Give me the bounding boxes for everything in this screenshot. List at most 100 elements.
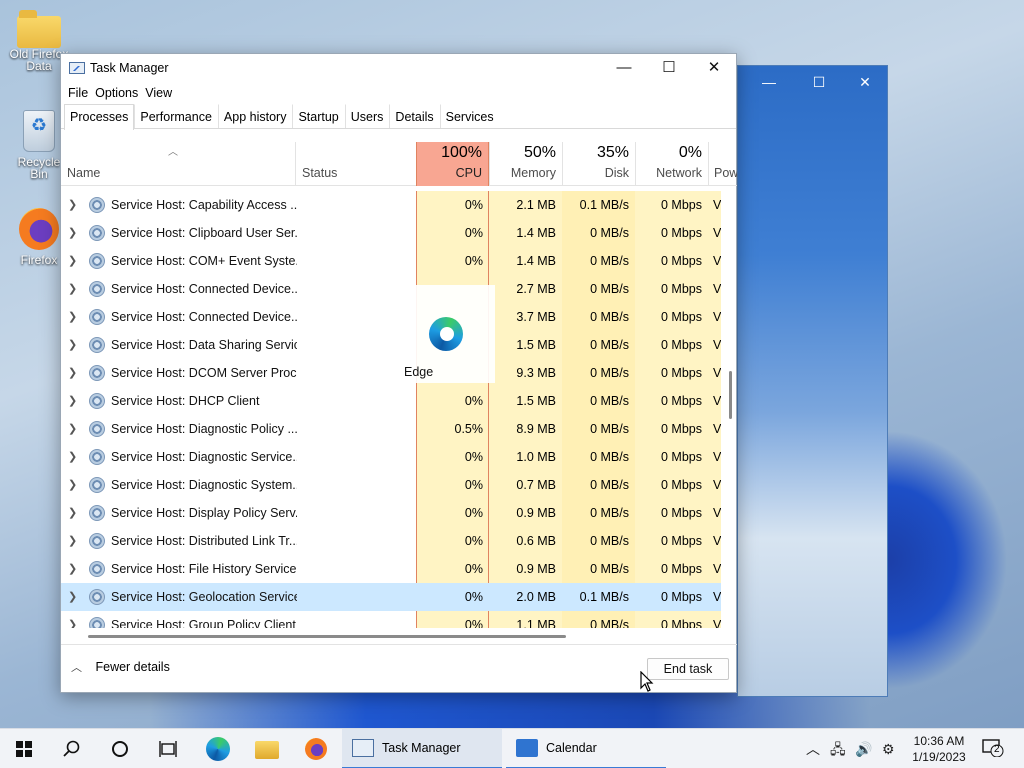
expand-chevron-icon[interactable]: ❯	[68, 191, 80, 219]
process-row[interactable]: ❯ Service Host: Diagnostic Service... 0% 1.…	[61, 443, 721, 471]
taskbar-edge-button[interactable]	[194, 729, 242, 768]
service-gear-icon	[89, 477, 105, 493]
process-name: Service Host: File History Service	[111, 562, 297, 576]
vertical-scroll-thumb[interactable]	[729, 371, 732, 419]
close-icon[interactable]: ✕	[853, 72, 877, 92]
expand-chevron-icon[interactable]: ❯	[68, 387, 80, 415]
end-task-button[interactable]: End task	[647, 658, 729, 680]
cortana-button[interactable]	[96, 729, 144, 768]
process-memory: 1.4 MB	[516, 226, 556, 240]
tab-app-history[interactable]: App history	[217, 104, 293, 128]
column-memory[interactable]: 50% Memory	[489, 142, 562, 186]
column-cpu[interactable]: 100% CPU	[416, 142, 489, 186]
process-row[interactable]: ❯ Service Host: Display Policy Serv... 0% 0…	[61, 499, 721, 527]
expand-chevron-icon[interactable]: ❯	[68, 275, 80, 303]
settings-gear-icon[interactable]: ⚙	[882, 729, 895, 768]
column-power[interactable]: Pow	[708, 142, 737, 186]
process-row[interactable]: ❯ Service Host: Connected Device... 3.7 MB…	[61, 303, 721, 331]
tab-services[interactable]: Services	[439, 104, 500, 128]
tab-details[interactable]: Details	[389, 104, 439, 128]
process-row[interactable]: ❯ Service Host: File History Service 0% 0.9…	[61, 555, 721, 583]
horizontal-scroll-thumb[interactable]	[88, 635, 566, 638]
taskbar: Task Manager Calendar ︿ 🖧 🔊 ⚙ 10:36 AM 1…	[0, 728, 1024, 768]
close-button[interactable]: ✕	[691, 54, 737, 82]
minimize-button[interactable]: —	[601, 54, 647, 82]
expand-chevron-icon[interactable]: ❯	[68, 583, 80, 611]
process-row[interactable]: ❯ Service Host: Diagnostic Policy ... 0.5%…	[61, 415, 721, 443]
taskbar-app-calendar[interactable]: Calendar	[506, 729, 666, 768]
process-row[interactable]: ❯ Service Host: DHCP Client 0% 1.5 MB 0 MB/s…	[61, 387, 721, 415]
process-row[interactable]: ❯ Service Host: Capability Access ... 0% 2.…	[61, 191, 721, 219]
process-power: V	[713, 478, 721, 492]
column-name[interactable]: ︿ Name	[61, 142, 295, 186]
column-disk[interactable]: 35% Disk	[562, 142, 635, 186]
titlebar[interactable]: Task Manager — ☐ ✕	[61, 54, 736, 82]
process-row[interactable]: ❯ Service Host: Distributed Link Tr... 0% 0…	[61, 527, 721, 555]
expand-chevron-icon[interactable]: ❯	[68, 471, 80, 499]
expand-chevron-icon[interactable]: ❯	[68, 331, 80, 359]
process-name: Service Host: Diagnostic Policy ...	[111, 422, 297, 436]
notification-center-button[interactable]: 2	[982, 739, 1004, 758]
process-row[interactable]: ❯ Service Host: DCOM Server Proc... 9.3 MB…	[61, 359, 721, 387]
process-row[interactable]: ❯ Service Host: Connected Device... 2.7 MB…	[61, 275, 721, 303]
show-hidden-icons-chevron-icon[interactable]: ︿	[806, 729, 820, 768]
process-row[interactable]: ❯ Service Host: Data Sharing Service 1.5 M…	[61, 331, 721, 359]
expand-chevron-icon[interactable]: ❯	[68, 303, 80, 331]
search-button[interactable]	[48, 729, 96, 768]
expand-chevron-icon[interactable]: ❯	[68, 359, 80, 387]
taskbar-app-task-manager[interactable]: Task Manager	[342, 729, 502, 768]
tab-startup[interactable]: Startup	[292, 104, 344, 128]
task-view-button[interactable]	[144, 729, 192, 768]
process-row[interactable]: ❯ Service Host: Geolocation Service 0% 2.0 …	[61, 583, 721, 611]
process-row[interactable]: ❯ Service Host: Group Policy Client 0% 1.1 …	[61, 611, 721, 628]
process-row[interactable]: ❯ Service Host: COM+ Event Syste... 0% 1.4 …	[61, 247, 721, 275]
expand-chevron-icon[interactable]: ❯	[68, 611, 80, 628]
tab-processes[interactable]: Processes	[64, 104, 135, 130]
column-network[interactable]: 0% Network	[635, 142, 708, 186]
fewer-details-link[interactable]: ︿ Fewer details	[71, 659, 170, 675]
expand-chevron-icon[interactable]: ❯	[68, 219, 80, 247]
expand-chevron-icon[interactable]: ❯	[68, 247, 80, 275]
volume-icon[interactable]: 🔊	[855, 729, 872, 768]
network-icon[interactable]: 🖧	[830, 729, 846, 768]
folder-icon	[17, 10, 61, 48]
minimize-icon[interactable]: —	[757, 72, 781, 92]
service-gear-icon	[89, 253, 105, 269]
expand-chevron-icon[interactable]: ❯	[68, 499, 80, 527]
clock[interactable]: 10:36 AM 1/19/2023	[908, 733, 970, 765]
tab-performance[interactable]: Performance	[134, 104, 218, 128]
firefox-icon	[19, 208, 59, 250]
process-memory: 9.3 MB	[516, 366, 556, 380]
menu-view[interactable]: View	[144, 86, 178, 100]
column-header: ︿ Name Status 100% CPU 50% Memory 35% Di…	[61, 142, 737, 186]
taskbar-firefox-button[interactable]	[292, 729, 340, 768]
start-button[interactable]	[0, 729, 48, 768]
menu-options[interactable]: Options	[94, 86, 144, 100]
expand-chevron-icon[interactable]: ❯	[68, 443, 80, 471]
expand-chevron-icon[interactable]: ❯	[68, 555, 80, 583]
edge-drag-ghost: Edge	[395, 285, 495, 383]
process-name: Service Host: DHCP Client	[111, 394, 260, 408]
tab-users[interactable]: Users	[344, 104, 390, 128]
process-disk: 0 MB/s	[590, 226, 629, 240]
maximize-button[interactable]: ☐	[646, 54, 692, 82]
maximize-icon[interactable]: ☐	[807, 72, 831, 92]
notification-icon	[982, 739, 1004, 758]
process-network: 0 Mbps	[661, 282, 702, 296]
expand-chevron-icon[interactable]: ❯	[68, 415, 80, 443]
process-row[interactable]: ❯ Service Host: Clipboard User Ser... 0% 1.…	[61, 219, 721, 247]
expand-chevron-icon[interactable]: ❯	[68, 527, 80, 555]
process-row[interactable]: ❯ Service Host: Diagnostic System... 0% 0.7…	[61, 471, 721, 499]
process-power: V	[713, 198, 721, 212]
vertical-scrollbar[interactable]	[725, 191, 737, 628]
process-network: 0 Mbps	[661, 562, 702, 576]
horizontal-scrollbar[interactable]	[61, 629, 721, 643]
process-memory: 0.7 MB	[516, 478, 556, 492]
taskbar-explorer-button[interactable]	[243, 729, 291, 768]
process-power: V	[713, 338, 721, 352]
clock-time: 10:36 AM	[913, 734, 965, 748]
menu-file[interactable]: File	[67, 86, 94, 100]
calendar-window[interactable]: — ☐ ✕	[737, 65, 888, 697]
calendar-titlebar[interactable]: — ☐ ✕	[738, 66, 887, 98]
column-status[interactable]: Status	[295, 142, 416, 186]
